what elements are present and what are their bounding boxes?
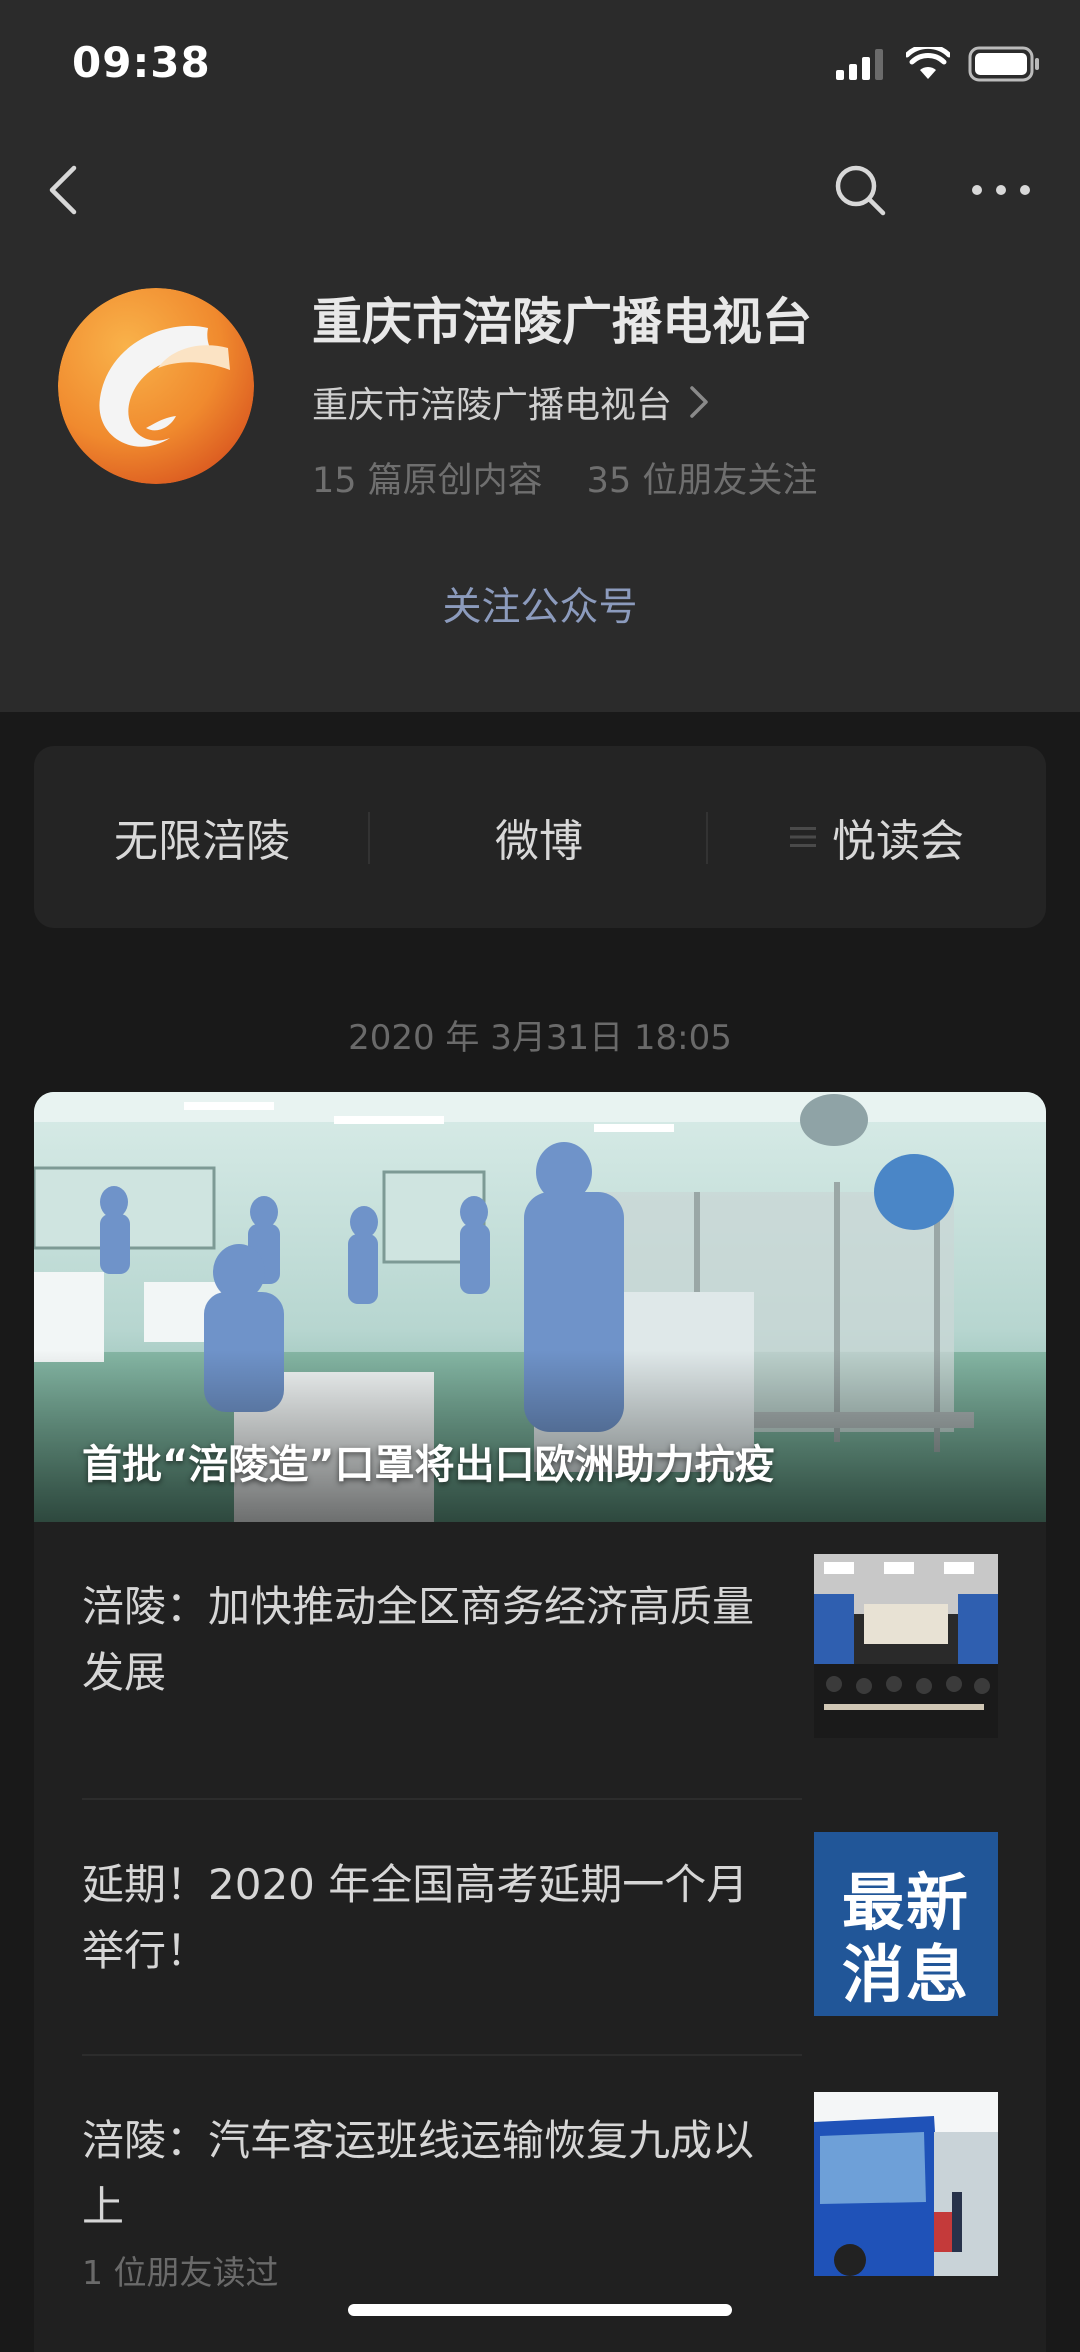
account-name: 重庆市涪陵广播电视台 [312,293,812,351]
friends-following: 35 位朋友关注 [586,461,818,501]
menu-item-wuxian-fuling[interactable]: 无限涪陵 [34,746,370,928]
chevron-right-icon [690,386,708,418]
article-title: 延期！2020 年全国高考延期一个月举行！ [82,1860,749,1975]
article-title: 涪陵：加快推动全区商务经济高质量发展 [82,1582,755,1697]
hero-article-title: 首批“涪陵造”口罩将出口欧洲助力抗疫 [82,1442,775,1488]
battery-icon [968,46,1039,82]
account-subject-link[interactable]: 重庆市涪陵广播电视台 [312,376,710,428]
article-group: 首批“涪陵造”口罩将出口欧洲助力抗疫 涪陵：加快推动全区商务经济高质量发展 延期… [34,1092,1046,2352]
account-avatar[interactable] [58,288,254,484]
menu-item-weibo[interactable]: 微博 [370,746,708,928]
account-logo [58,288,254,484]
more-icon[interactable] [966,160,1036,220]
back-icon[interactable] [36,160,96,220]
submenu-list-icon [790,827,816,847]
wifi-icon [906,47,950,79]
bus-photo [814,2092,998,2276]
menu-item-yuedu-hui[interactable]: 悦读会 [708,746,1046,928]
article-thumbnail [814,1554,998,1738]
menu-item-label: 微博 [495,816,583,867]
account-menu: 无限涪陵 微博 悦读会 [34,746,1046,928]
nav-bar [0,140,1080,240]
status-icons [836,46,1040,82]
home-indicator[interactable] [348,2304,732,2316]
menu-item-label: 悦读会 [832,816,964,867]
status-time: 09:38 [72,38,211,87]
account-subject: 重庆市涪陵广播电视台 [312,385,673,426]
article-title: 涪陵：汽车客运班线运输恢复九成以上 [82,2116,755,2231]
list-item[interactable]: 延期！2020 年全国高考延期一个月举行！ 最新 消息 [34,1800,1046,2052]
signal-icon [836,49,883,80]
account-stats: 15 篇原创内容 35 位朋友关注 [312,452,861,503]
friends-read-count: 1 位朋友读过 [82,2253,279,2292]
search-icon[interactable] [830,160,890,220]
hero-article[interactable]: 首批“涪陵造”口罩将出口欧洲助力抗疫 [34,1092,1046,1522]
status-bar: 09:38 [0,0,1080,130]
original-count: 15 篇原创内容 [312,461,543,501]
meeting-photo [814,1554,998,1738]
feed-date: 2020 年 3月31日 18:05 [348,1018,732,1058]
news-badge-line2: 消息 [841,1938,970,2011]
menu-item-label: 无限涪陵 [114,816,290,867]
follow-button[interactable]: 关注公众号 [0,576,1080,632]
article-thumbnail: 最新 消息 [814,1832,998,2016]
article-thumbnail [814,2092,998,2276]
list-item[interactable]: 涪陵：加快推动全区商务经济高质量发展 [34,1522,1046,1770]
